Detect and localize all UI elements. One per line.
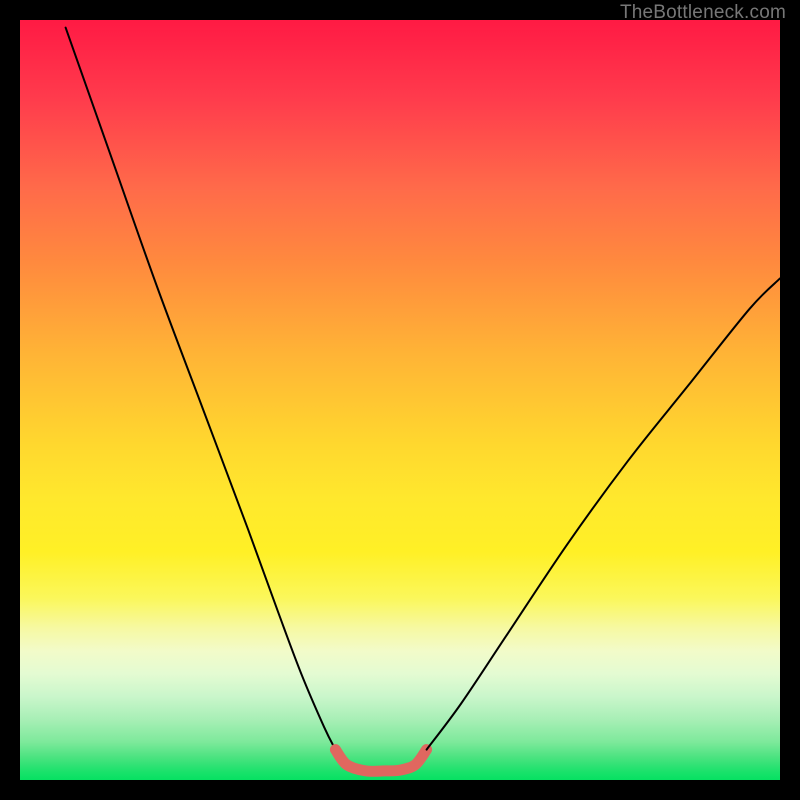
series-left-arm [66, 28, 336, 750]
plot-area [20, 20, 780, 780]
series-trough [335, 750, 426, 772]
chart-frame: TheBottleneck.com [0, 0, 800, 800]
series-right-arm [427, 278, 780, 749]
chart-canvas [20, 20, 780, 780]
watermark-text: TheBottleneck.com [620, 2, 786, 24]
